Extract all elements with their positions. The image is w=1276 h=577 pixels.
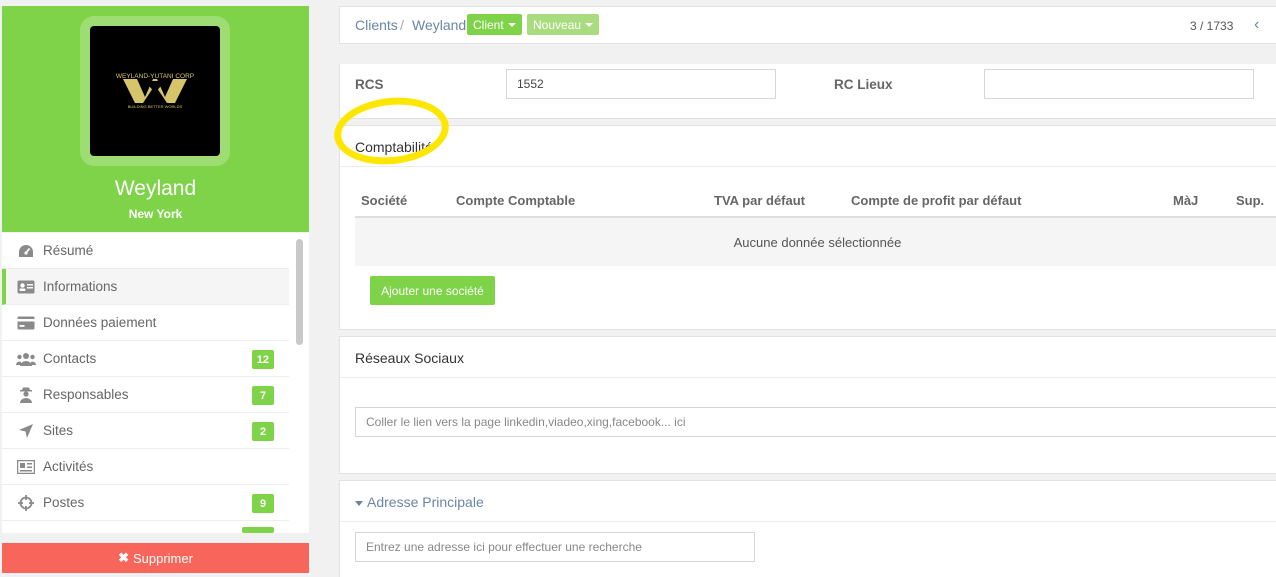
users-icon: [16, 349, 36, 369]
chevron-left-icon[interactable]: ‹: [1254, 16, 1259, 34]
caret-down-icon: [585, 22, 594, 27]
crosshairs-icon: [16, 493, 36, 513]
credit-card-icon: [16, 313, 36, 333]
nouveau-label: Nouveau: [533, 17, 582, 32]
menu-item-contacts[interactable]: Contacts 12: [2, 341, 289, 377]
client-name: Weyland: [114, 177, 197, 200]
rc-lieux-input[interactable]: [984, 69, 1254, 99]
menu-item-label: Résumé: [43, 243, 94, 258]
count-badge: 9: [252, 494, 274, 513]
panel-divider: [340, 521, 1276, 522]
menu-item-partial: [2, 521, 289, 533]
address-search-input[interactable]: Entrez une adresse ici pour effectuer un…: [355, 532, 755, 562]
count-badge: 7: [252, 386, 274, 405]
id-card-icon: [16, 277, 36, 297]
rc-lieux-label: RC Lieux: [834, 77, 893, 92]
client-logo: WEYLAND-YUTANI CORP BUILDING BETTER WORL…: [90, 26, 220, 156]
reseaux-sociaux-title: Réseaux Sociaux: [355, 350, 464, 366]
newspaper-icon: [16, 457, 36, 477]
menu-item-donnees-paiement[interactable]: Données paiement: [2, 305, 289, 341]
menu-item-sites[interactable]: Sites 2: [2, 413, 289, 449]
adresse-principale-toggle[interactable]: Adresse Principale: [355, 494, 484, 510]
menu-item-label: Contacts: [43, 351, 97, 366]
menu-scrollbar[interactable]: [296, 239, 303, 345]
menu-item-activites[interactable]: Activités: [2, 449, 289, 485]
weyland-logo-icon: [123, 79, 187, 103]
client-type-label: Client: [473, 17, 504, 32]
menu-item-label: Sites: [43, 423, 74, 438]
menu-item-label: Postes: [43, 495, 85, 510]
table-empty-row: Aucune donnée sélectionnée: [355, 218, 1276, 266]
count-badge-partial: [242, 527, 274, 533]
column-header-compte-profit: Compte de profit par défaut: [851, 193, 1022, 208]
reseaux-sociaux-panel: Réseaux Sociaux Coller le lien vers la p…: [339, 336, 1276, 474]
social-link-input[interactable]: Coller le lien vers la page linkedin,via…: [355, 407, 1276, 437]
nouveau-dropdown[interactable]: Nouveau: [527, 14, 600, 35]
breadcrumb-current: Weyland: [412, 17, 467, 33]
logo-bottom-text: BUILDING BETTER WORLDS: [127, 104, 183, 109]
delete-label: Supprimer: [132, 550, 193, 566]
comptabilite-panel: Comptabilité Société Compte Comptable TV…: [339, 125, 1276, 330]
caret-down-icon: [355, 500, 363, 506]
client-menu: Résumé Informations Données paiement Con…: [2, 233, 309, 533]
client-type-dropdown[interactable]: Client: [467, 14, 522, 35]
location-arrow-icon: [16, 421, 36, 441]
record-counter: 3 / 1733: [1190, 19, 1234, 33]
menu-item-responsables[interactable]: Responsables 7: [2, 377, 289, 413]
add-societe-button[interactable]: Ajouter une société: [370, 276, 495, 305]
client-profile-card: WEYLAND-YUTANI CORP BUILDING BETTER WORL…: [2, 6, 309, 232]
gauge-icon: [16, 241, 36, 261]
adresse-principale-title: Adresse Principale: [367, 494, 484, 510]
menu-item-label: Données paiement: [43, 315, 157, 330]
registry-panel: RCS 1552 RC Lieux: [339, 64, 1276, 119]
user-secret-icon: [16, 385, 36, 405]
menu-item-label: Informations: [43, 279, 118, 294]
breadcrumb-clients[interactable]: Clients: [355, 17, 398, 33]
delete-button[interactable]: ✖ Supprimer: [2, 543, 309, 573]
count-badge: 12: [251, 350, 274, 369]
caret-down-icon: [507, 22, 516, 27]
menu-item-postes[interactable]: Postes 9: [2, 485, 289, 521]
column-header-tva: TVA par défaut: [714, 193, 806, 208]
breadcrumb-bar: Clients / Weyland Client Nouveau 3 / 173…: [339, 6, 1276, 44]
client-logo-frame: WEYLAND-YUTANI CORP BUILDING BETTER WORL…: [80, 16, 230, 166]
menu-item-informations[interactable]: Informations: [2, 269, 289, 305]
menu-item-label: Responsables: [43, 387, 129, 402]
column-header-societe: Société: [361, 193, 408, 208]
panel-divider: [340, 377, 1276, 378]
adresse-principale-panel: Adresse Principale Entrez une adresse ic…: [339, 480, 1276, 577]
column-header-maj: MàJ: [1173, 193, 1199, 208]
menu-item-resume[interactable]: Résumé: [2, 233, 289, 269]
rcs-label: RCS: [355, 77, 384, 92]
breadcrumb-separator: /: [400, 17, 404, 33]
column-header-sup: Sup.: [1236, 193, 1265, 208]
panel-divider: [340, 166, 1276, 167]
close-icon: ✖: [118, 550, 129, 565]
rcs-input[interactable]: 1552: [506, 69, 776, 99]
client-city: New York: [128, 207, 183, 221]
count-badge: 2: [252, 422, 274, 441]
menu-item-label: Activités: [43, 459, 94, 474]
column-header-compte-comptable: Compte Comptable: [456, 193, 576, 208]
